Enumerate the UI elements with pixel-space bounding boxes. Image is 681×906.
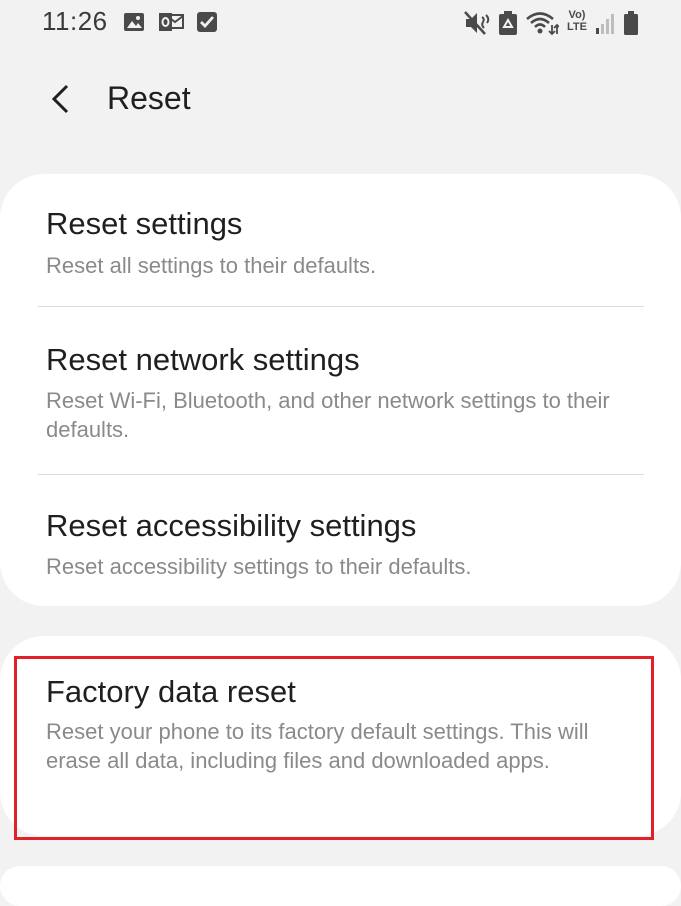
image-icon (124, 13, 144, 31)
item-title: Reset settings (46, 206, 243, 241)
item-title: Reset network settings (46, 342, 360, 377)
battery-icon (624, 11, 638, 35)
lte-label: Vo) LTE (567, 9, 587, 33)
reset-settings-item[interactable]: Reset settings Reset all settings to the… (0, 174, 681, 306)
reset-accessibility-settings-item[interactable]: Reset accessibility settings Reset acces… (0, 475, 681, 606)
reset-options-card: Reset settings Reset all settings to the… (0, 174, 681, 606)
factory-reset-card: Factory data reset Reset your phone to i… (0, 636, 681, 836)
page-title: Reset (107, 80, 191, 116)
item-title: Factory data reset (46, 674, 296, 709)
mute-icon (464, 11, 490, 35)
app-bar: Reset (0, 70, 681, 130)
back-button[interactable] (36, 74, 86, 124)
factory-data-reset-item[interactable]: Factory data reset Reset your phone to i… (0, 636, 681, 836)
item-description: Reset all settings to their defaults. (46, 253, 377, 278)
check-box-icon (197, 12, 217, 32)
item-title: Reset accessibility settings (46, 508, 417, 543)
item-description: Reset Wi-Fi, Bluetooth, and other networ… (46, 388, 610, 442)
wifi-icon (526, 12, 559, 36)
chevron-left-icon (51, 84, 69, 114)
outlook-icon (159, 13, 184, 31)
battery-saver-icon (499, 11, 517, 35)
status-time: 11:26 (42, 6, 108, 36)
signal-icon (596, 14, 614, 34)
next-card (0, 866, 681, 906)
item-description: Reset accessibility settings to their de… (46, 554, 472, 579)
reset-network-settings-item[interactable]: Reset network settings Reset Wi-Fi, Blue… (0, 307, 681, 473)
volte-icon: Vo) LTE (563, 9, 591, 33)
status-bar: 11:26 Vo) LTE (0, 0, 681, 46)
item-description: Reset your phone to its factory default … (46, 719, 589, 773)
